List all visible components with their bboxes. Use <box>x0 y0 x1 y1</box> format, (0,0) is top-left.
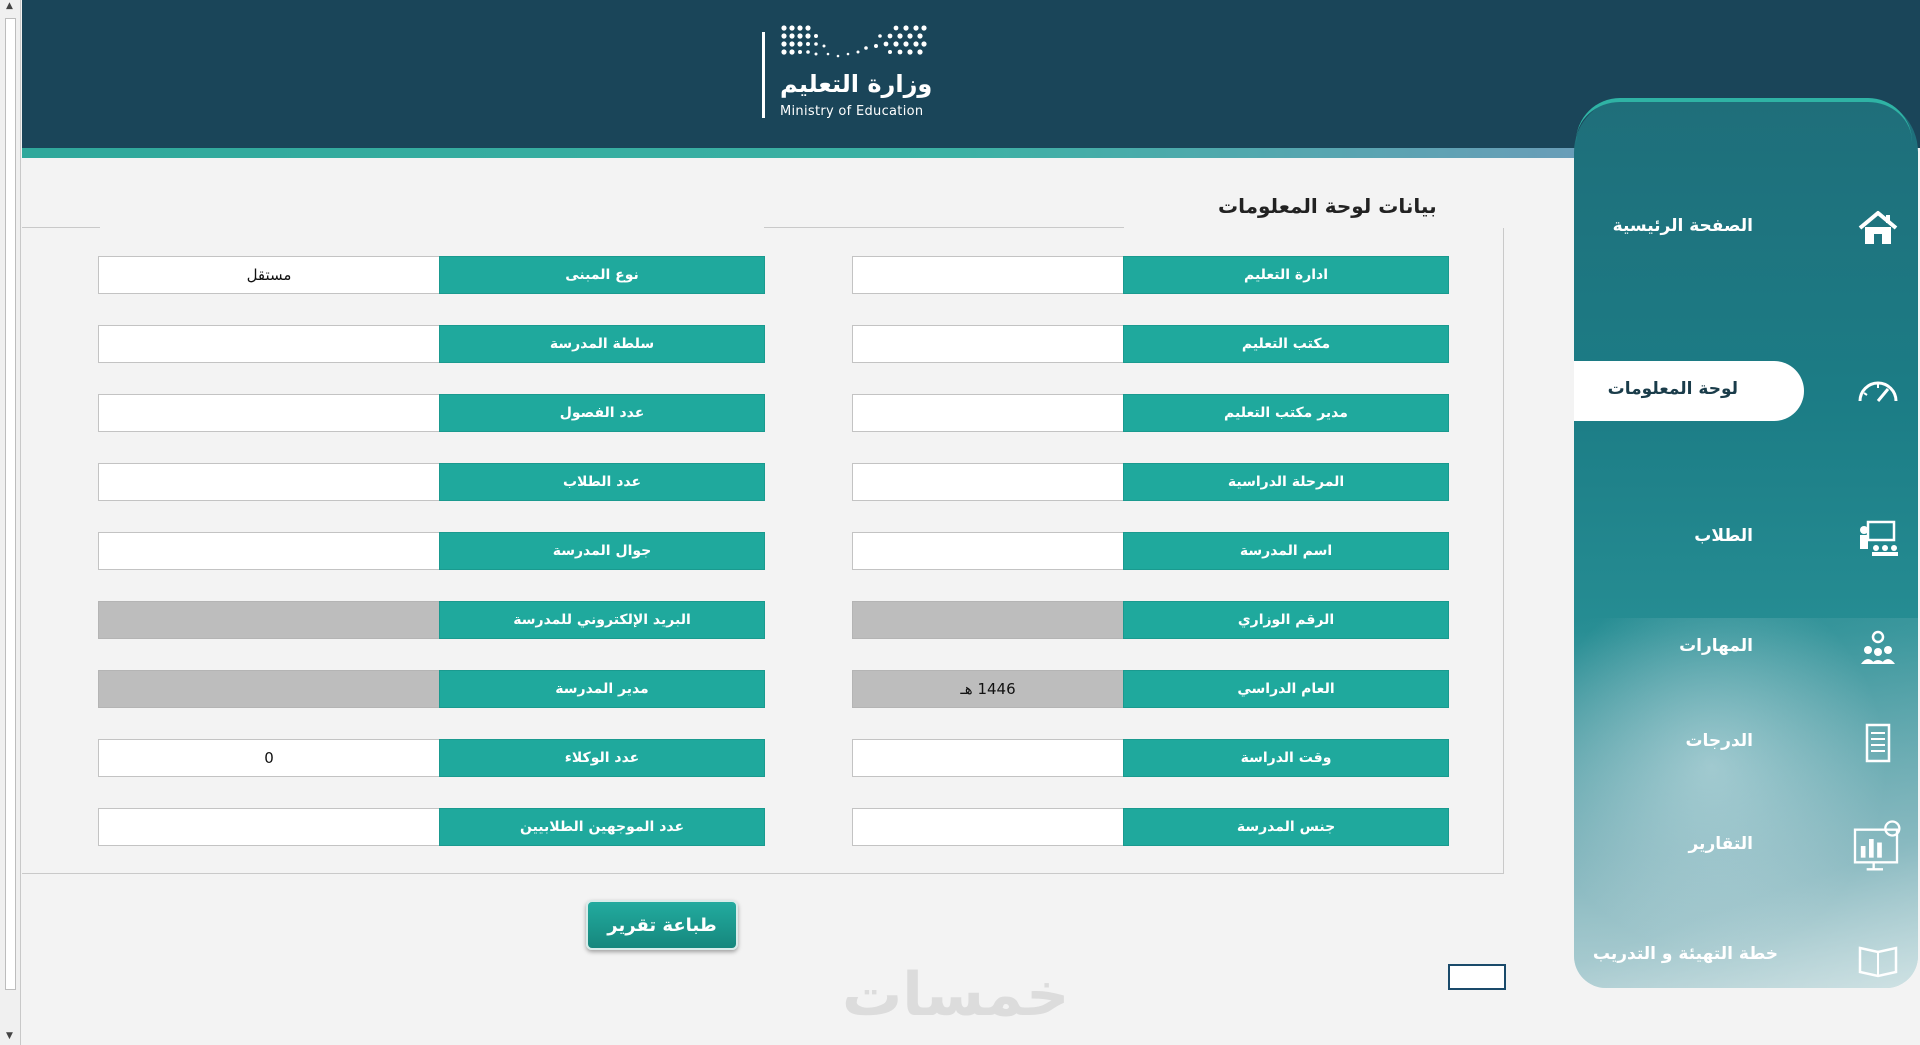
field-value[interactable] <box>852 739 1124 777</box>
field-label: مدير المدرسة <box>439 670 765 708</box>
field-value[interactable]: 1446 هـ <box>852 670 1124 708</box>
book-icon <box>1858 946 1898 978</box>
field-value[interactable] <box>98 463 440 501</box>
sidebar-item-label: خطة التهيئة و التدريب <box>1592 944 1778 964</box>
field-label: جوال المدرسة <box>439 532 765 570</box>
logo-dots-icon <box>781 25 927 58</box>
logo-arabic-text: وزارة التعليم <box>780 70 933 98</box>
field-value[interactable] <box>852 808 1124 846</box>
field-label: عدد الفصول <box>439 394 765 432</box>
sidebar-item-label: لوحة المعلومات <box>1607 379 1738 399</box>
field-label: مكتب التعليم <box>1123 325 1449 363</box>
field-value[interactable]: مستقل <box>98 256 440 294</box>
logo-english-text: Ministry of Education <box>780 104 924 119</box>
field-label: عدد الموجهين الطلابيين <box>439 808 765 846</box>
small-input-box[interactable] <box>1448 964 1506 990</box>
sidebar-item-label: المهارات <box>1679 636 1753 656</box>
sidebar-item-label: الصفحة الرئيسية <box>1612 216 1753 236</box>
grades-icon <box>1865 723 1891 763</box>
field-label: جنس المدرسة <box>1123 808 1449 846</box>
sidebar-top-rim <box>1576 98 1912 142</box>
field-label: اسم المدرسة <box>1123 532 1449 570</box>
field-value[interactable] <box>852 394 1124 432</box>
field-label: وقت الدراسة <box>1123 739 1449 777</box>
field-label: المرحلة الدراسية <box>1123 463 1449 501</box>
section-title: بيانات لوحة المعلومات <box>1218 194 1437 218</box>
field-value[interactable] <box>852 601 1124 639</box>
scroll-down-icon[interactable]: ▼ <box>3 1030 16 1043</box>
speedometer-icon <box>1858 381 1898 402</box>
students-icon <box>1860 520 1898 556</box>
field-value[interactable]: 0 <box>98 739 440 777</box>
field-value[interactable] <box>98 670 440 708</box>
ministry-logo: وزارة التعليم Ministry of Education <box>760 22 940 122</box>
sidebar-item-reports[interactable]: التقارير <box>1574 816 1918 876</box>
sidebar-item-students[interactable]: الطلاب <box>1574 508 1918 568</box>
field-value[interactable] <box>852 463 1124 501</box>
sidebar: الصفحة الرئيسية لوحة المعلومات الطلاب ال… <box>1574 98 1918 988</box>
sidebar-item-dashboard[interactable]: لوحة المعلومات <box>1574 361 1918 421</box>
vertical-scrollbar[interactable]: ▲ ▼ <box>0 0 21 1045</box>
home-icon <box>1858 211 1898 244</box>
field-value[interactable] <box>98 394 440 432</box>
field-label: مدير مكتب التعليم <box>1123 394 1449 432</box>
skills-icon <box>1861 630 1895 664</box>
logo-bar <box>762 32 765 118</box>
sidebar-item-label: الطلاب <box>1694 526 1753 546</box>
print-report-button[interactable]: طباعة تقرير <box>586 900 738 950</box>
watermark-text: خمسات <box>842 960 1070 1030</box>
field-label: الرقم الوزاري <box>1123 601 1449 639</box>
sidebar-item-home[interactable]: الصفحة الرئيسية <box>1574 198 1918 258</box>
scrollbar-thumb[interactable] <box>5 18 16 990</box>
header-accent-line <box>22 148 1582 158</box>
field-value[interactable] <box>98 532 440 570</box>
field-value[interactable] <box>98 808 440 846</box>
field-value[interactable] <box>852 325 1124 363</box>
sidebar-item-skills[interactable]: المهارات <box>1574 618 1918 678</box>
sidebar-item-label: الدرجات <box>1685 731 1753 751</box>
sidebar-item-grades[interactable]: الدرجات <box>1574 713 1918 773</box>
sidebar-item-training-plan[interactable]: خطة التهيئة و التدريب <box>1574 938 1918 988</box>
field-label: عدد الطلاب <box>439 463 765 501</box>
field-value[interactable] <box>852 256 1124 294</box>
field-label: عدد الوكلاء <box>439 739 765 777</box>
reports-icon <box>1853 820 1901 871</box>
field-label: نوع المبنى <box>439 256 765 294</box>
field-label: العام الدراسي <box>1123 670 1449 708</box>
field-label: سلطة المدرسة <box>439 325 765 363</box>
field-label: البريد الإلكتروني للمدرسة <box>439 601 765 639</box>
field-label: ادارة التعليم <box>1123 256 1449 294</box>
scroll-up-icon[interactable]: ▲ <box>3 0 16 13</box>
field-value[interactable] <box>852 532 1124 570</box>
field-value[interactable] <box>98 325 440 363</box>
field-value[interactable] <box>98 601 440 639</box>
sidebar-item-label: التقارير <box>1688 834 1753 854</box>
